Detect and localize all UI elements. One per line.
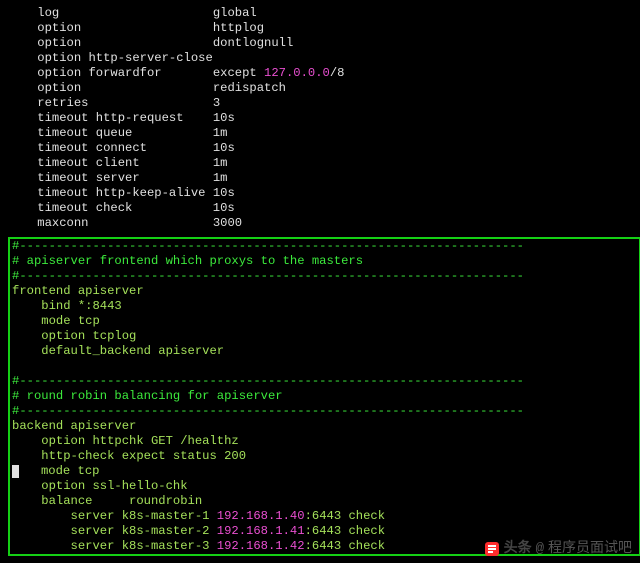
cfg-line: retries 3 <box>8 96 632 111</box>
cfg-line: timeout http-keep-alive 10s <box>8 186 632 201</box>
cfg-line: option httplog <box>8 21 632 36</box>
blank-line <box>12 359 637 374</box>
comment-line: # round robin balancing for apiserver <box>12 389 637 404</box>
frontend-line: bind *:8443 <box>12 299 637 314</box>
at-symbol: @ <box>536 542 544 557</box>
comment-sep: #---------------------------------------… <box>12 404 637 419</box>
cfg-line: timeout connect 10s <box>8 141 632 156</box>
comment-sep: #---------------------------------------… <box>12 374 637 389</box>
highlight-box: #---------------------------------------… <box>8 237 640 556</box>
config-defaults-block: log global option httplog option dontlog… <box>8 6 632 231</box>
backend-line: http-check expect status 200 <box>12 449 637 464</box>
cfg-line: log global <box>8 6 632 21</box>
cfg-line: option dontlognull <box>8 36 632 51</box>
cfg-line: timeout server 1m <box>8 171 632 186</box>
backend-server: server k8s-master-2 192.168.1.41:6443 ch… <box>12 524 637 539</box>
terminal-code-screenshot: log global option httplog option dontlog… <box>0 0 640 563</box>
backend-decl: backend apiserver <box>12 419 637 434</box>
backend-server: server k8s-master-1 192.168.1.40:6443 ch… <box>12 509 637 524</box>
cfg-line: option http-server-close <box>8 51 632 66</box>
backend-line-cursor: mode tcp <box>12 464 637 479</box>
cfg-line: timeout client 1m <box>8 156 632 171</box>
watermark-footer: 头条 @ 程序员面试吧 <box>484 541 632 557</box>
cfg-line: option forwardfor except 127.0.0.0/8 <box>8 66 632 81</box>
frontend-line: default_backend apiserver <box>12 344 637 359</box>
frontend-line: mode tcp <box>12 314 637 329</box>
comment-sep: #---------------------------------------… <box>12 239 637 254</box>
toutiao-logo-icon <box>484 541 500 557</box>
backend-balance: balance roundrobin <box>12 494 637 509</box>
cursor-block <box>12 465 19 478</box>
frontend-line: option tcplog <box>12 329 637 344</box>
cfg-line: timeout queue 1m <box>8 126 632 141</box>
backend-line: option ssl-hello-chk <box>12 479 637 494</box>
cfg-line: option redispatch <box>8 81 632 96</box>
cfg-line: timeout check 10s <box>8 201 632 216</box>
comment-line: # apiserver frontend which proxys to the… <box>12 254 637 269</box>
cfg-line: maxconn 3000 <box>8 216 632 231</box>
cfg-line: timeout http-request 10s <box>8 111 632 126</box>
frontend-decl: frontend apiserver <box>12 284 637 299</box>
brand-text: 头条 <box>504 542 532 557</box>
comment-sep: #---------------------------------------… <box>12 269 637 284</box>
backend-line: option httpchk GET /healthz <box>12 434 637 449</box>
author-name: 程序员面试吧 <box>548 542 632 557</box>
